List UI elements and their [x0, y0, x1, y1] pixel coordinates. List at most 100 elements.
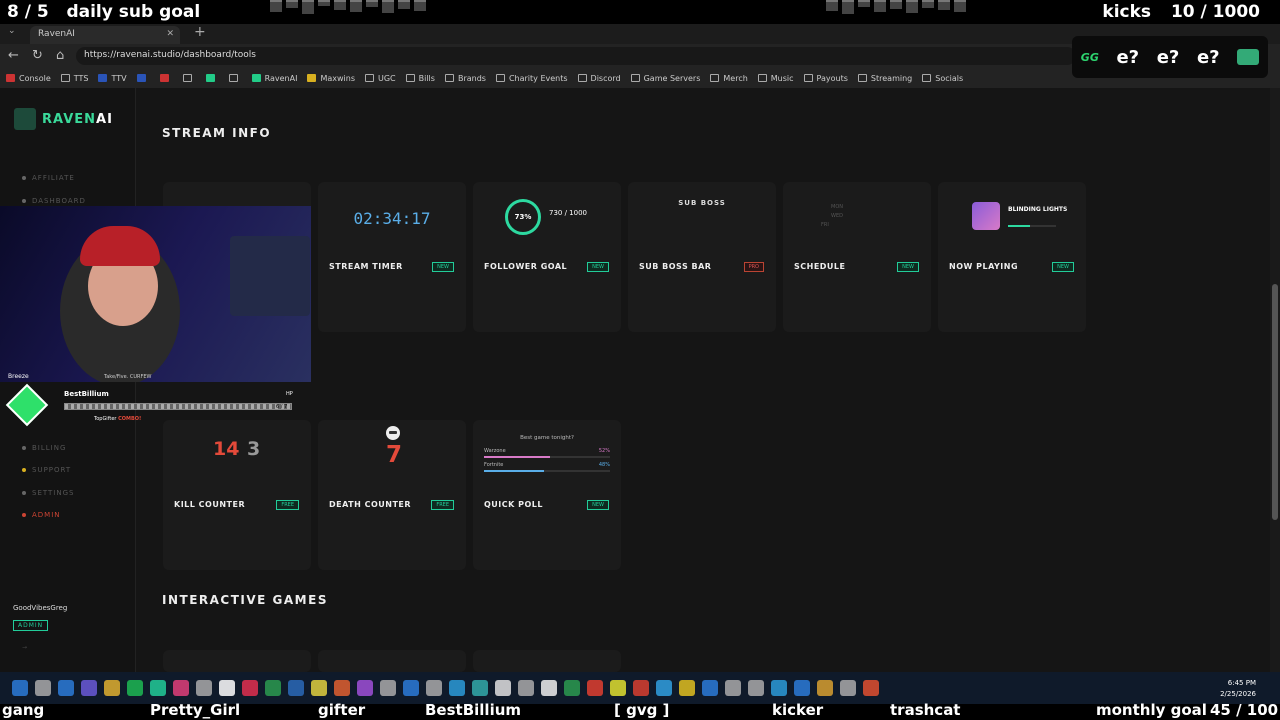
game-card[interactable] [318, 650, 466, 672]
start-icon[interactable] [12, 680, 28, 696]
timer-preview: 02:34:17 [318, 182, 466, 254]
sidebar-item-settings[interactable]: SETTINGS [22, 489, 74, 497]
bookmark[interactable]: Discord [577, 74, 621, 83]
bookmark[interactable] [205, 74, 219, 82]
taskbar-app-icon[interactable] [725, 680, 741, 696]
taskbar-app-icon[interactable] [219, 680, 235, 696]
taskbar-app-icon[interactable] [817, 680, 833, 696]
taskbar-app-icon[interactable] [863, 680, 879, 696]
taskbar-app-icon[interactable] [656, 680, 672, 696]
url-input[interactable]: https://ravenai.studio/dashboard/tools [76, 47, 1076, 65]
taskbar-app-icon[interactable] [794, 680, 810, 696]
taskbar-app-icon[interactable] [426, 680, 442, 696]
bookmark[interactable]: Streaming [857, 74, 912, 83]
game-card[interactable] [163, 650, 311, 672]
taskbar-app-icon[interactable] [127, 680, 143, 696]
taskbar-app-icon[interactable] [518, 680, 534, 696]
taskbar-app-icon[interactable] [380, 680, 396, 696]
sidebar-item-dashboard[interactable]: DASHBOARD [22, 197, 86, 205]
bookmark[interactable]: Music [757, 74, 794, 83]
taskbar-app-icon[interactable] [104, 680, 120, 696]
taskbar-app-icon[interactable] [357, 680, 373, 696]
taskbar-app-icon[interactable] [311, 680, 327, 696]
bookmark[interactable]: Payouts [803, 74, 848, 83]
bookmark[interactable]: Brands [444, 74, 486, 83]
status-badge: NEW [587, 262, 609, 272]
new-tab-icon[interactable]: + [194, 24, 206, 40]
taskbar-app-icon[interactable] [334, 680, 350, 696]
bookmark[interactable]: Socials [922, 74, 963, 83]
taskbar-app-icon[interactable] [702, 680, 718, 696]
taskbar-app-icon[interactable] [403, 680, 419, 696]
tool-card-sub-boss-bar[interactable]: SUB BOSS SUB BOSS BAR PRO [628, 182, 776, 332]
taskbar-app-icon[interactable] [265, 680, 281, 696]
bookmark[interactable]: TTV [98, 74, 127, 83]
taskbar-app-icon[interactable] [196, 680, 212, 696]
tool-card-now-playing[interactable]: BLINDING LIGHTS NOW PLAYING NEW [938, 182, 1086, 332]
tool-card-stream-timer[interactable]: 02:34:17 STREAM TIMER NEW [318, 182, 466, 332]
search-icon[interactable] [35, 680, 51, 696]
sidebar-item-billing[interactable]: BILLING [22, 444, 66, 452]
page-scrollbar[interactable] [1270, 88, 1280, 672]
bookmark[interactable]: RavenAI [251, 74, 297, 83]
sidebar-item-admin[interactable]: ADMIN [22, 511, 61, 519]
bookmark[interactable] [136, 74, 150, 82]
taskbar-app-icon[interactable] [495, 680, 511, 696]
reload-icon[interactable]: ↻ [32, 48, 43, 63]
bookmark[interactable]: Maxwins [307, 74, 355, 83]
bookmark[interactable] [228, 74, 242, 82]
taskbar-app-icon[interactable] [610, 680, 626, 696]
taskbar-clock[interactable]: 6:45 PM 2/25/2026 [1220, 678, 1256, 700]
bookmark[interactable]: UGC [364, 74, 396, 83]
bookmark[interactable]: Bills [405, 74, 435, 83]
bookmark[interactable] [159, 74, 173, 82]
taskbar-app-icon[interactable] [150, 680, 166, 696]
taskbar-app-icon[interactable] [449, 680, 465, 696]
back-icon[interactable]: ← [8, 48, 19, 63]
taskbar-app-icon[interactable] [633, 680, 649, 696]
taskbar-app-icon[interactable] [587, 680, 603, 696]
red-cap [80, 226, 160, 266]
bookmark[interactable]: Charity Events [495, 74, 568, 83]
tool-card-schedule[interactable]: MON WED FRI SCHEDULE NEW [783, 182, 931, 332]
sub-goal: 8 / 5 daily sub goal [7, 2, 200, 22]
nav-dot-icon [22, 446, 26, 450]
taskbar-app-icon[interactable] [840, 680, 856, 696]
taskbar-app-icon[interactable] [679, 680, 695, 696]
taskbar-app-icon[interactable] [173, 680, 189, 696]
tool-card-kill-counter[interactable]: 14 3 KILL COUNTER FREE [163, 420, 311, 570]
bookmark[interactable]: TTS [60, 74, 88, 83]
taskbar-app-icon[interactable] [472, 680, 488, 696]
logo[interactable]: RAVENAI [14, 108, 113, 130]
home-icon[interactable]: ⌂ [56, 48, 64, 63]
taskbar-app-icon[interactable] [541, 680, 557, 696]
tool-card-follower-goal[interactable]: 73% 730 / 1000 FOLLOWER GOAL NEW [473, 182, 621, 332]
windows-taskbar [0, 672, 1280, 704]
poll-option: Warzone 52% [484, 448, 610, 458]
bookmark[interactable]: Merch [710, 74, 748, 83]
scrollbar-thumb[interactable] [1272, 284, 1278, 520]
sidebar-item-support[interactable]: SUPPORT [22, 466, 71, 474]
close-tab-icon[interactable]: ✕ [166, 29, 174, 39]
sidebar-item-affiliate[interactable]: AFFILIATE [22, 174, 75, 182]
taskbar-app-icon[interactable] [58, 680, 74, 696]
taskbar-app-icon[interactable] [771, 680, 787, 696]
tool-card-death-counter[interactable]: 7 DEATH COUNTER FREE [318, 420, 466, 570]
taskbar-app-icon[interactable] [81, 680, 97, 696]
logout-link[interactable]: → [22, 644, 27, 651]
tab-list-chevron-icon[interactable]: ⌄ [8, 26, 16, 36]
bookmark[interactable]: Console [6, 74, 51, 83]
bookmark-label: Console [19, 73, 51, 83]
bookmark-icon [495, 74, 505, 82]
bookmark[interactable] [182, 74, 196, 82]
taskbar-app-icon[interactable] [564, 680, 580, 696]
bookmark[interactable]: Game Servers [630, 74, 700, 83]
tab-title: RavenAI [38, 29, 75, 39]
taskbar-app-icon[interactable] [288, 680, 304, 696]
taskbar-app-icon[interactable] [242, 680, 258, 696]
tool-card-quick-poll[interactable]: Best game tonight? Warzone 52% Fortnite … [473, 420, 621, 570]
ticker-item: [ gvg ] [614, 701, 670, 719]
game-card[interactable] [473, 650, 621, 672]
browser-tab[interactable]: RavenAI ✕ [30, 26, 180, 44]
taskbar-app-icon[interactable] [748, 680, 764, 696]
